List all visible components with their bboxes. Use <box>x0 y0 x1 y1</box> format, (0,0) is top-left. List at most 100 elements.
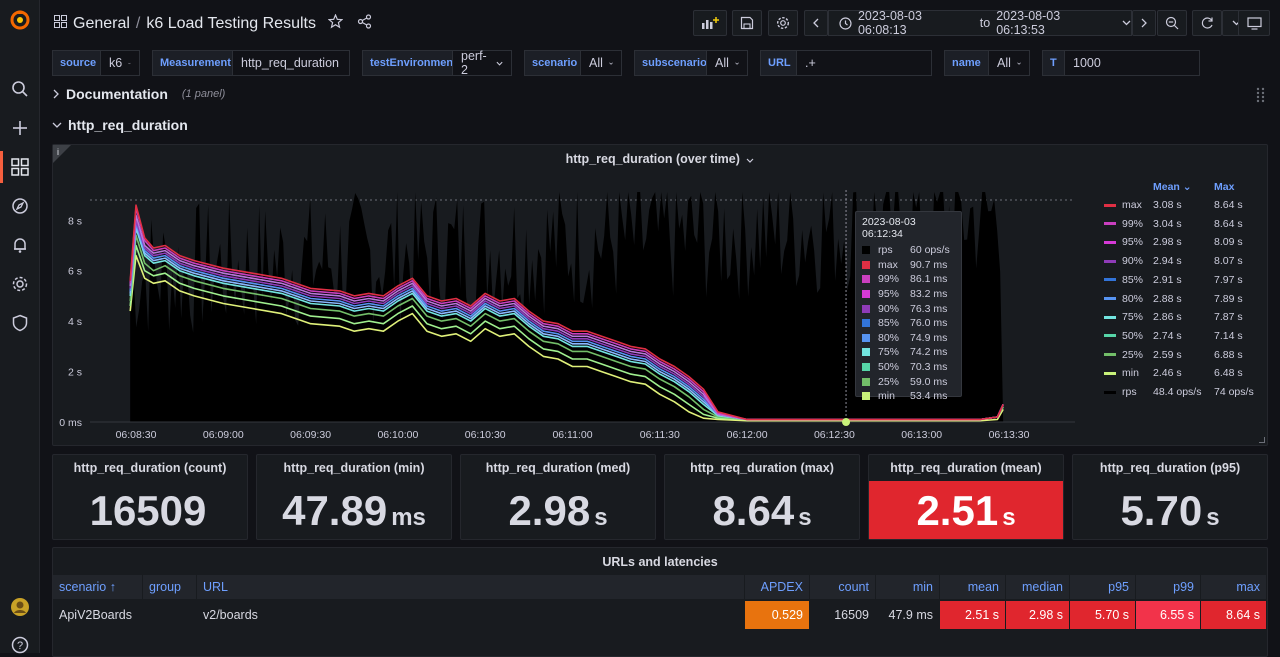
var-label-scenario: scenario <box>524 50 586 76</box>
search-icon[interactable] <box>8 77 32 101</box>
var-input-t[interactable]: 1000 <box>1064 50 1200 76</box>
breadcrumb-folder-link[interactable]: General <box>73 15 130 33</box>
grafana-logo-icon[interactable] <box>8 8 32 32</box>
dashboards-icon[interactable] <box>8 155 32 179</box>
table-cell <box>143 601 197 629</box>
legend-item[interactable]: 75% 2.86 s 7.87 s <box>1104 311 1243 323</box>
time-range-from: 2023-08-03 06:08:13 <box>857 9 922 37</box>
graph-panel-title[interactable]: http_req_duration (over time) <box>53 152 1267 166</box>
legend-item[interactable]: 85% 2.91 s 7.97 s <box>1104 274 1243 286</box>
zoom-out-icon <box>1165 16 1179 30</box>
table-header-cell[interactable]: URL <box>197 575 745 599</box>
legend-series-name: 50% <box>1122 329 1144 342</box>
var-select-scenario[interactable]: All <box>580 50 622 76</box>
tooltip-row: 99% 86.1 ms <box>862 272 955 287</box>
zoom-out-button[interactable] <box>1157 10 1187 36</box>
legend-item[interactable]: 95% 2.98 s 8.09 s <box>1104 236 1243 248</box>
table-header-cell[interactable]: median <box>1006 575 1070 599</box>
alerting-bell-icon[interactable] <box>8 233 32 257</box>
table-header-cell[interactable]: mean <box>940 575 1006 599</box>
var-label-testenvironment: testEnvironment <box>362 50 465 76</box>
tooltip-series-name: 75% <box>878 346 900 359</box>
var-select-source[interactable]: k6 <box>100 50 140 76</box>
table-panel-title[interactable]: URLs and latencies <box>53 555 1267 569</box>
row-http-req-duration[interactable]: http_req_duration <box>52 117 188 133</box>
stat-panel-title[interactable]: http_req_duration (min) <box>257 461 451 475</box>
legend-mean-value: 2.88 s <box>1153 292 1182 305</box>
var-label-t: T <box>1042 50 1065 76</box>
time-range-picker[interactable]: 2023-08-03 06:08:13 to 2023-08-03 06:13:… <box>828 9 1132 37</box>
legend-max-value: 8.64 s <box>1214 217 1243 230</box>
tooltip-swatch <box>862 392 870 401</box>
refresh-button[interactable] <box>1192 10 1222 36</box>
gear-icon <box>776 16 790 30</box>
table-cell: ApiV2Boards <box>53 601 143 629</box>
table-header-cell[interactable]: group <box>143 575 197 599</box>
stat-panel: http_req_duration (max) 8.64 s <box>664 454 860 540</box>
legend-mean-value: 2.91 s <box>1153 273 1182 286</box>
table-header-cell[interactable]: scenario ↑ <box>53 575 143 599</box>
var-input-url[interactable]: .+ <box>796 50 932 76</box>
chevron-down-icon <box>52 122 62 128</box>
explore-compass-icon[interactable] <box>8 194 32 218</box>
table-cell: 47.9 ms <box>876 601 940 629</box>
legend-mean-value: 2.98 s <box>1153 236 1182 249</box>
panel-resize-handle-icon[interactable] <box>1259 437 1265 443</box>
legend-mean-value: 2.46 s <box>1153 367 1182 380</box>
server-admin-shield-icon[interactable] <box>8 311 32 335</box>
dashboard-settings-button[interactable] <box>768 10 798 36</box>
table-header-cell[interactable]: max <box>1201 575 1267 599</box>
stat-number: 2.51 <box>916 487 999 534</box>
legend-item[interactable]: 80% 2.88 s 7.89 s <box>1104 293 1243 305</box>
tooltip-row: max 90.7 ms <box>862 258 955 273</box>
table-header-cell[interactable]: APDEX <box>745 575 810 599</box>
time-shift-back-button[interactable] <box>804 10 828 36</box>
legend-mean-value: 2.59 s <box>1153 348 1182 361</box>
legend-header-max[interactable]: Max <box>1214 181 1234 193</box>
legend-max-value: 8.09 s <box>1214 236 1243 249</box>
legend-item[interactable]: rps 48.4 ops/s 74 ops/s <box>1104 386 1254 398</box>
stat-panel-title[interactable]: http_req_duration (mean) <box>869 461 1063 475</box>
stat-panel-title[interactable]: http_req_duration (max) <box>665 461 859 475</box>
help-icon[interactable]: ? <box>8 633 32 657</box>
tv-mode-button[interactable] <box>1238 10 1270 36</box>
table-header-cell[interactable]: min <box>876 575 940 599</box>
top-navbar: General / k6 Load Testing Results 2023-0… <box>40 0 1280 48</box>
row-documentation[interactable]: Documentation (1 panel) <box>52 86 225 102</box>
legend-series-name: 99% <box>1122 217 1144 230</box>
stat-panel-title[interactable]: http_req_duration (med) <box>461 461 655 475</box>
legend-header-mean[interactable]: Mean ⌄ <box>1153 181 1192 193</box>
legend-item[interactable]: 50% 2.74 s 7.14 s <box>1104 329 1243 342</box>
dashboard-title[interactable]: k6 Load Testing Results <box>146 15 316 33</box>
table-header-cell[interactable]: p99 <box>1136 575 1201 599</box>
plus-icon[interactable] <box>8 116 32 140</box>
save-dashboard-button[interactable] <box>732 10 762 36</box>
legend-item[interactable]: 25% 2.59 s 6.88 s <box>1104 348 1243 361</box>
var-select-measurement[interactable]: http_req_duration <box>232 50 350 76</box>
legend-item[interactable]: 99% 3.04 s 8.64 s <box>1104 217 1243 230</box>
tooltip-series-name: 25% <box>878 375 900 388</box>
legend-item[interactable]: 90% 2.94 s 8.07 s <box>1104 255 1243 267</box>
stat-panel-title[interactable]: http_req_duration (p95) <box>1073 461 1267 475</box>
time-shift-forward-button[interactable] <box>1132 10 1156 36</box>
time-range-to: 2023-08-03 06:13:53 <box>996 9 1061 37</box>
configuration-gear-icon[interactable] <box>8 272 32 296</box>
legend-series-name: 25% <box>1122 348 1144 361</box>
table-cell: 8.64 s <box>1201 601 1267 629</box>
var-select-name[interactable]: All <box>988 50 1030 76</box>
legend-item[interactable]: max 3.08 s 8.64 s <box>1104 199 1243 211</box>
tooltip-swatch <box>862 304 870 313</box>
legend-item[interactable]: min 2.46 s 6.48 s <box>1104 367 1243 379</box>
add-panel-button[interactable] <box>693 10 727 36</box>
share-icon[interactable] <box>357 14 372 34</box>
table-header-cell[interactable]: count <box>810 575 876 599</box>
row-drag-handle-icon[interactable] <box>1256 87 1266 103</box>
legend-max-value: 74 ops/s <box>1214 386 1254 398</box>
star-icon[interactable] <box>327 13 344 34</box>
var-value-measurement: http_req_duration <box>241 56 339 70</box>
user-avatar[interactable] <box>8 595 32 619</box>
stat-panel-title[interactable]: http_req_duration (count) <box>53 461 247 475</box>
var-select-subscenario[interactable]: All <box>706 50 748 76</box>
table-header-cell[interactable]: p95 <box>1070 575 1136 599</box>
var-select-testenvironment[interactable]: perf-2 <box>452 49 512 77</box>
